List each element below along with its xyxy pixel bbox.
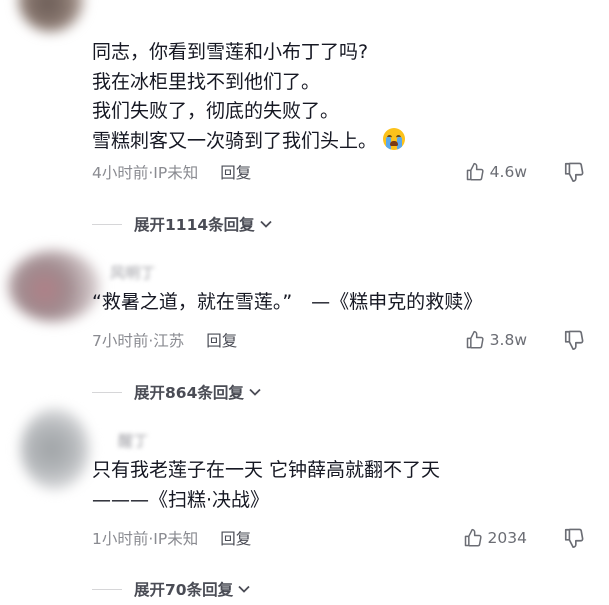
like-count: 4.6w — [489, 163, 527, 181]
comment-text: 只有我老莲子在一天 它钟薛高就翻不了天 ———《扫糕·决战》 — [92, 456, 440, 515]
comment-meta: 7小时前·江苏 回复 — [92, 329, 237, 351]
comment-line: 我们失败了，彻底的失败了。 — [92, 100, 340, 122]
comment-time-location: 7小时前·江苏 — [92, 332, 185, 350]
like-button[interactable]: 3.8w — [465, 329, 527, 351]
comment-line: 雪糕刺客又一次骑到了我们头上。 — [92, 129, 378, 152]
comment-line: 同志，你看到雪莲和小布丁了吗? — [92, 41, 369, 63]
comment-meta: 1小时前·IP未知 回复 — [92, 527, 251, 549]
like-button[interactable]: 2034 — [463, 527, 527, 549]
expand-replies-label: 展开70条回复 — [134, 581, 234, 599]
divider — [92, 391, 122, 393]
reply-button[interactable]: 回复 — [220, 527, 251, 549]
avatar[interactable] — [8, 250, 100, 322]
chevron-down-icon — [238, 585, 250, 593]
expand-replies-label: 展开1114条回复 — [134, 216, 255, 234]
reply-button[interactable]: 回复 — [220, 161, 251, 183]
comment-text: “救暑之道，就在雪莲。” —《糕申克的救赎》 — [92, 288, 482, 318]
thumbs-down-icon[interactable] — [563, 329, 585, 351]
chevron-down-icon — [260, 220, 272, 228]
thumbs-up-icon — [466, 162, 484, 181]
avatar[interactable] — [20, 408, 90, 490]
comment-line: “救暑之道，就在雪莲。” —《糕申克的救赎》 — [92, 291, 483, 313]
like-button[interactable]: 4.6w — [465, 161, 527, 183]
thumbs-up-icon — [464, 528, 482, 547]
comment-line: 只有我老莲子在一天 它钟薛高就翻不了天 — [92, 459, 441, 481]
divider — [92, 588, 122, 590]
comment-line: ———《扫糕·决战》 — [92, 488, 270, 511]
thumbs-up-icon — [466, 330, 484, 349]
comment-meta: 4小时前·IP未知 回复 — [92, 161, 251, 183]
avatar[interactable] — [18, 0, 84, 32]
chevron-down-icon — [249, 388, 261, 396]
comment-line: 我在冰柜里找不到他们了。 — [92, 70, 321, 93]
divider — [92, 223, 122, 225]
expand-replies-button[interactable]: 展开1114条回复 — [92, 213, 273, 235]
thumbs-down-icon[interactable] — [563, 161, 585, 183]
username[interactable]: 风明丁 — [110, 262, 155, 283]
username[interactable]: 醒丁 — [118, 430, 148, 451]
comment-time-location: 4小时前·IP未知 — [92, 164, 199, 182]
comment-text: 同志，你看到雪莲和小布丁了吗? 我在冰柜里找不到他们了。 我们失败了，彻底的失败… — [92, 38, 406, 156]
like-count: 3.8w — [489, 331, 527, 349]
thumbs-down-icon[interactable] — [563, 527, 585, 549]
expand-replies-button[interactable]: 展开864条回复 — [92, 381, 262, 403]
expand-replies-button[interactable]: 展开70条回复 — [92, 578, 251, 600]
expand-replies-label: 展开864条回复 — [134, 384, 244, 402]
like-count: 2034 — [487, 529, 527, 547]
comment-time-location: 1小时前·IP未知 — [92, 530, 199, 548]
reply-button[interactable]: 回复 — [206, 329, 237, 351]
loudly-crying-face-emoji — [383, 127, 406, 150]
